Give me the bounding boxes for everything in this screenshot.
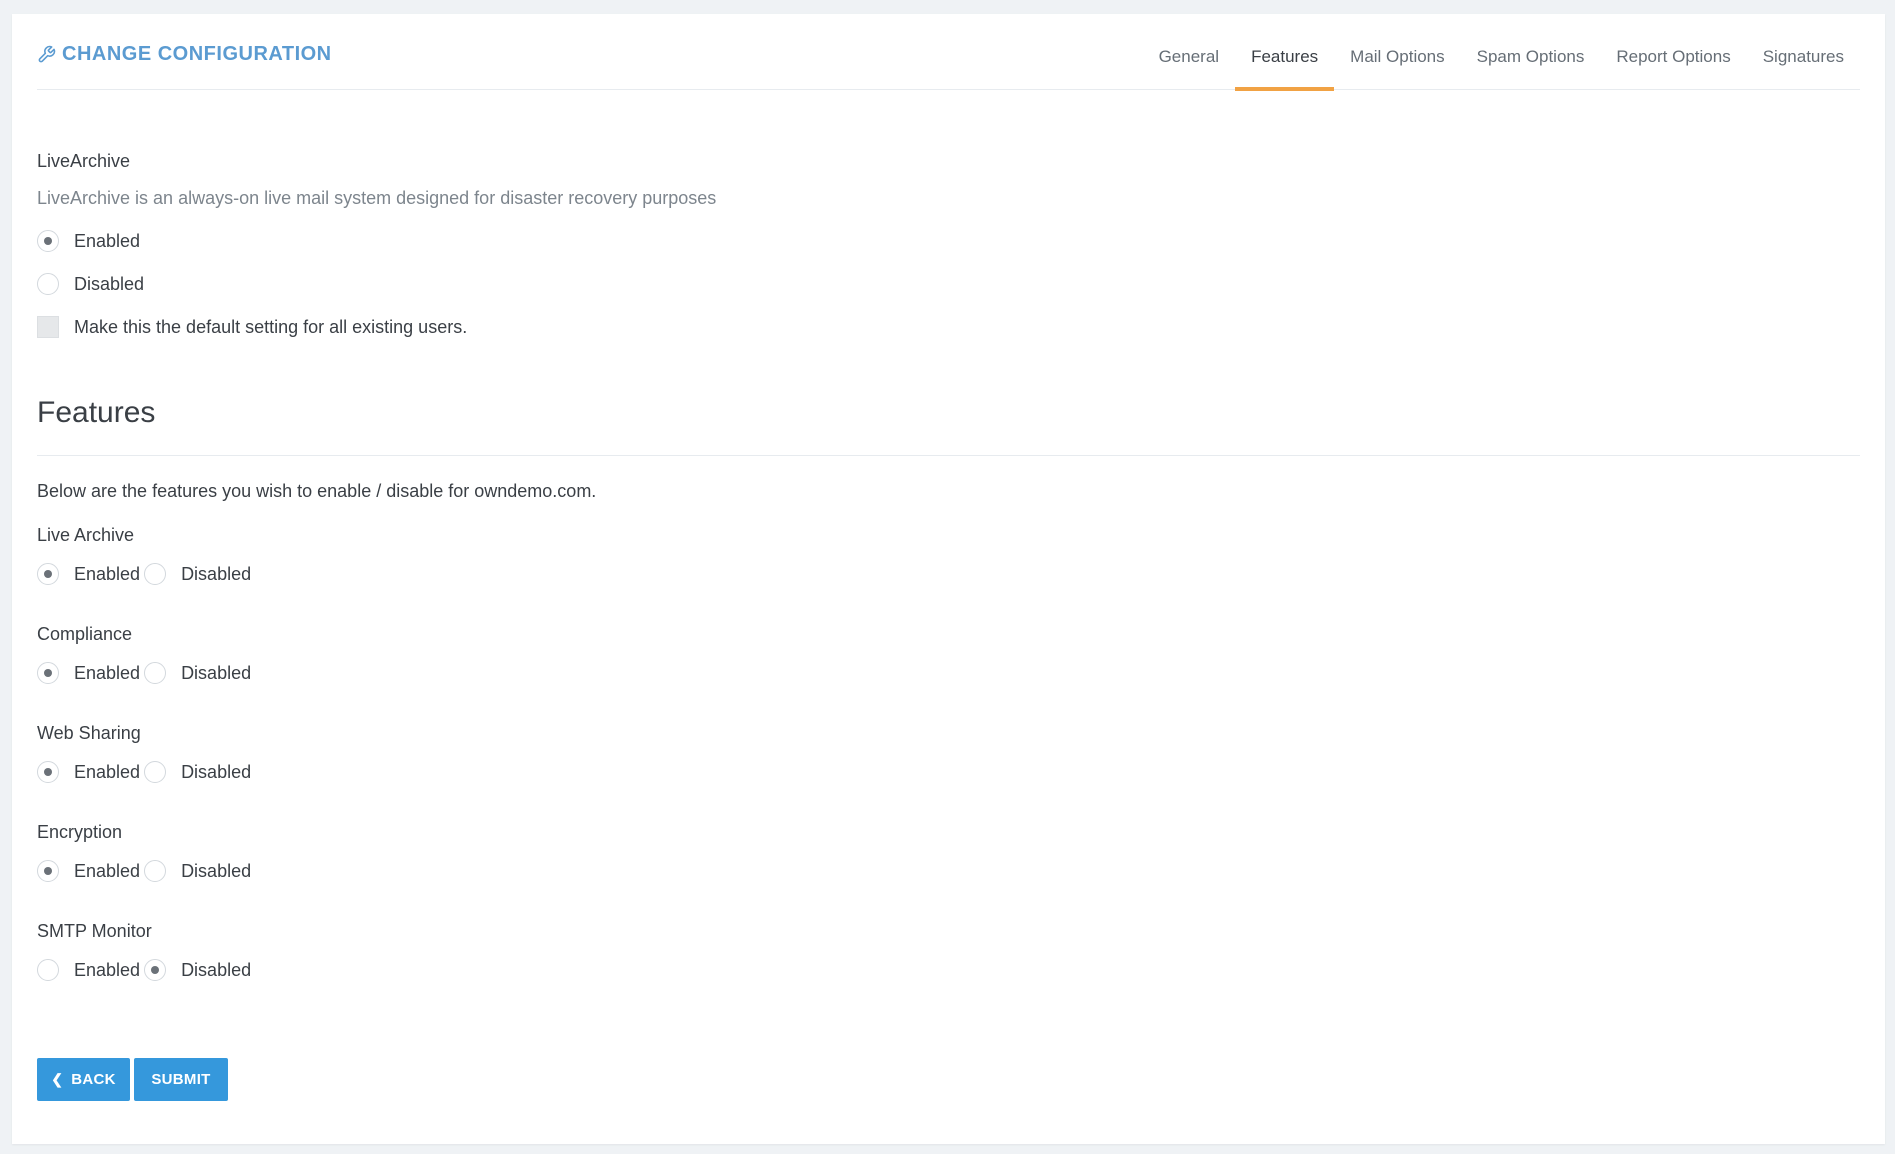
feature-live-archive-disabled-radio[interactable]: [144, 563, 167, 585]
page-title: CHANGE CONFIGURATION: [37, 43, 332, 66]
features-intro: Below are the features you wish to enabl…: [37, 481, 597, 501]
feature-encryption-options: Enabled Disabled: [37, 860, 255, 882]
feature-compliance-enabled[interactable]: Enabled: [37, 662, 144, 684]
feature-encryption-disabled-radio[interactable]: [144, 860, 167, 882]
livearchive-disabled-label: Disabled: [74, 273, 145, 294]
default-setting-label: Make this the default setting for all ex…: [74, 316, 468, 337]
livearchive-disabled-radio[interactable]: [37, 273, 59, 295]
enabled-label: Enabled: [74, 563, 141, 584]
configuration-panel: CHANGE CONFIGURATION General Features Ma…: [12, 14, 1885, 1144]
page-title-text: CHANGE CONFIGURATION: [62, 43, 332, 65]
tab-features[interactable]: Features: [1235, 15, 1335, 91]
feature-encryption-enabled-radio[interactable]: [37, 860, 59, 882]
feature-live-archive-label: Live Archive: [37, 525, 135, 545]
feature-web-sharing-options: Enabled Disabled: [37, 761, 255, 783]
disabled-label: Disabled: [181, 860, 252, 881]
feature-encryption-disabled[interactable]: Disabled: [144, 860, 255, 882]
feature-smtp-monitor-disabled[interactable]: Disabled: [144, 959, 255, 981]
disabled-label: Disabled: [181, 563, 252, 584]
livearchive-label: LiveArchive: [37, 151, 131, 171]
disabled-label: Disabled: [181, 959, 252, 980]
panel-header: CHANGE CONFIGURATION General Features Ma…: [37, 14, 1860, 91]
feature-compliance-disabled-radio[interactable]: [144, 662, 167, 684]
feature-compliance-options: Enabled Disabled: [37, 662, 255, 684]
feature-smtp-monitor-disabled-radio[interactable]: [144, 959, 167, 981]
feature-smtp-monitor-label: SMTP Monitor: [37, 921, 152, 941]
feature-live-archive-enabled[interactable]: Enabled: [37, 563, 144, 585]
feature-encryption-label: Encryption: [37, 822, 123, 842]
feature-web-sharing-disabled-radio[interactable]: [144, 761, 167, 783]
tab-mail-options[interactable]: Mail Options: [1334, 15, 1460, 91]
default-setting-checkbox[interactable]: [37, 316, 59, 338]
feature-live-archive-disabled[interactable]: Disabled: [144, 563, 255, 585]
tab-report-options[interactable]: Report Options: [1600, 15, 1746, 91]
feature-web-sharing-enabled-radio[interactable]: [37, 761, 59, 783]
enabled-label: Enabled: [74, 662, 141, 683]
feature-web-sharing-label: Web Sharing: [37, 723, 141, 743]
enabled-label: Enabled: [74, 761, 141, 782]
livearchive-enabled-label: Enabled: [74, 230, 141, 251]
enabled-label: Enabled: [74, 959, 141, 980]
feature-compliance-disabled[interactable]: Disabled: [144, 662, 255, 684]
back-button[interactable]: ❮ BACK: [37, 1058, 130, 1101]
form-actions: ❮ BACK SUBMIT: [37, 1058, 228, 1101]
livearchive-description: LiveArchive is an always-on live mail sy…: [37, 188, 717, 208]
tab-signatures[interactable]: Signatures: [1747, 15, 1860, 91]
feature-live-archive-options: Enabled Disabled: [37, 563, 255, 585]
features-heading: Features: [37, 396, 156, 429]
config-tabs: General Features Mail Options Spam Optio…: [1143, 14, 1860, 91]
feature-web-sharing-enabled[interactable]: Enabled: [37, 761, 144, 783]
livearchive-enabled-radio[interactable]: [37, 230, 59, 252]
enabled-label: Enabled: [74, 860, 141, 881]
livearchive-enabled-option[interactable]: Enabled: [37, 230, 140, 252]
feature-smtp-monitor-enabled[interactable]: Enabled: [37, 959, 144, 981]
tab-spam-options[interactable]: Spam Options: [1461, 15, 1601, 91]
wrench-icon: [38, 45, 56, 63]
disabled-label: Disabled: [181, 761, 252, 782]
features-divider: [37, 455, 1860, 456]
disabled-label: Disabled: [181, 662, 252, 683]
feature-compliance-enabled-radio[interactable]: [37, 662, 59, 684]
feature-smtp-monitor-enabled-radio[interactable]: [37, 959, 59, 981]
chevron-left-icon: ❮: [51, 1071, 64, 1087]
feature-compliance-label: Compliance: [37, 624, 133, 644]
back-button-label: BACK: [71, 1071, 116, 1088]
default-setting-option[interactable]: Make this the default setting for all ex…: [37, 316, 467, 338]
livearchive-disabled-option[interactable]: Disabled: [37, 273, 144, 295]
feature-encryption-enabled[interactable]: Enabled: [37, 860, 144, 882]
feature-web-sharing-disabled[interactable]: Disabled: [144, 761, 255, 783]
feature-smtp-monitor-options: Enabled Disabled: [37, 959, 255, 981]
tab-general[interactable]: General: [1143, 15, 1235, 91]
submit-button[interactable]: SUBMIT: [134, 1058, 228, 1101]
feature-live-archive-enabled-radio[interactable]: [37, 563, 59, 585]
